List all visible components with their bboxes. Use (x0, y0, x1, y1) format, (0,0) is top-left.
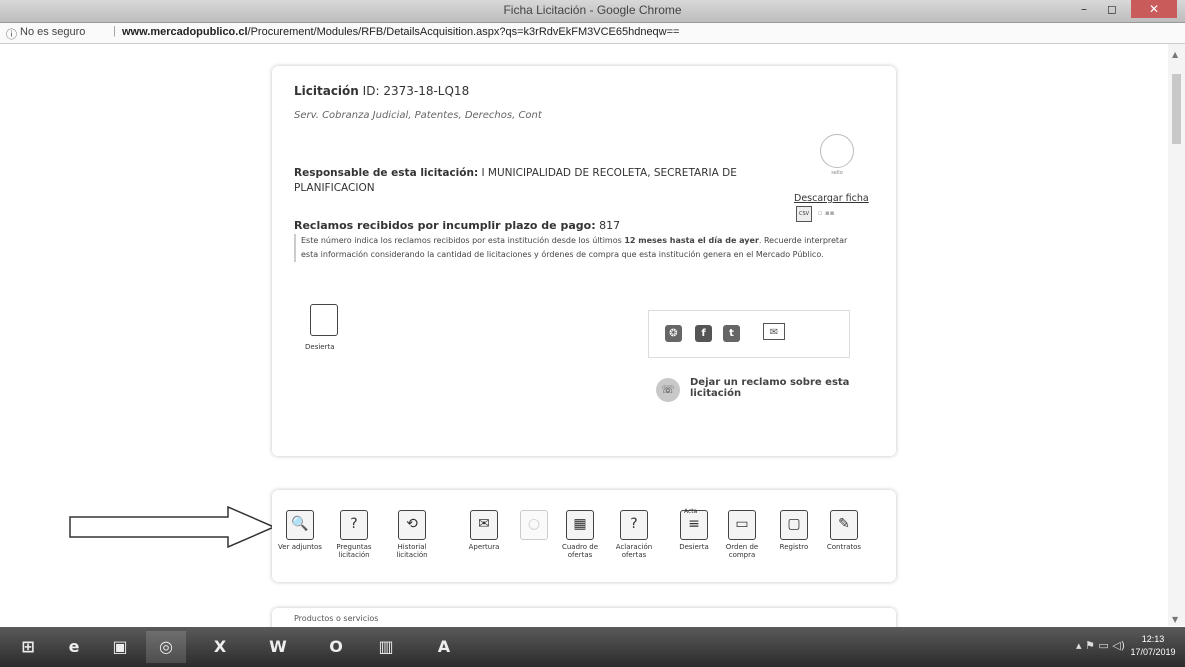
tool-label: Apertura (468, 543, 500, 551)
responsable: Responsable de esta licitación: I MUNICI… (294, 166, 754, 196)
rss-icon[interactable]: ❂ (665, 325, 682, 342)
contratos-icon: ✎ (830, 510, 858, 540)
twitter-icon[interactable]: t (723, 325, 740, 342)
scroll-down-icon[interactable]: ▼ (1172, 615, 1178, 624)
share-box: ❂ f t ✉ (648, 310, 850, 358)
outlook-icon[interactable]: O (316, 631, 356, 663)
table-icon: ▦ (566, 510, 594, 540)
question-icon: ? (340, 510, 368, 540)
tool-label: Desierta (679, 543, 709, 551)
reclamos-note: Este número indica los reclamos recibido… (294, 234, 861, 262)
other-format-icons[interactable]: ▫ ▪▪ (818, 209, 834, 217)
excel-icon[interactable]: X (200, 631, 240, 663)
licitacion-label: Licitación (294, 84, 359, 98)
tool-label: Aclaración ofertas (615, 543, 653, 559)
download-ficha-link[interactable]: Descargar ficha (794, 193, 869, 204)
download-icons: CSV ▫ ▪▪ (796, 206, 866, 224)
app-icon[interactable]: ▥ (366, 631, 406, 663)
reclamos-label: Reclamos recibidos por incumplir plazo d… (294, 219, 596, 232)
clock-time: 12:13 (1141, 634, 1165, 644)
facebook-icon[interactable]: f (695, 325, 712, 342)
licitacion-title: Licitación ID: 2373-18-LQ18 (294, 84, 469, 98)
clock-date: 17/07/2019 (1130, 647, 1176, 657)
disabled-tool-button: ○ (508, 510, 560, 543)
chrome-icon[interactable]: ◎ (146, 631, 186, 663)
history-icon: ⟲ (398, 510, 426, 540)
tool-label: Cuadro de ofertas (561, 543, 599, 559)
reclamos-note-bold: 12 meses hasta el día de ayer (624, 236, 759, 245)
ver-adjuntos-button[interactable]: 🔍 Ver adjuntos (274, 510, 326, 551)
acta-desierta-button[interactable]: ≡ Desierta (668, 510, 720, 551)
magnifier-doc-icon: 🔍 (286, 510, 314, 540)
window-title: Ficha Licitación - Google Chrome (503, 3, 682, 17)
page-scrollbar[interactable]: ▲ ▼ (1168, 44, 1185, 626)
reclamo-icon[interactable]: ☏ (656, 378, 680, 402)
clock[interactable]: 12:13 17/07/2019 (1127, 633, 1179, 659)
tool-label: Registro (779, 543, 809, 551)
aclaracion-icon: ? (620, 510, 648, 540)
seal-icon (820, 134, 854, 168)
seal-text: sello (831, 170, 843, 176)
desierta-icon (310, 304, 338, 336)
security-status[interactable]: No es seguro (20, 26, 85, 38)
licitacion-id: 2373-18-LQ18 (383, 84, 470, 98)
window-titlebar: Ficha Licitación - Google Chrome – ◻ ✕ (0, 0, 1185, 23)
responsable-label: Responsable de esta licitación: (294, 167, 479, 179)
tool-label: Historial licitación (396, 543, 428, 559)
cuadro-ofertas-button[interactable]: ▦ Cuadro de ofertas (554, 510, 606, 559)
info-icon[interactable]: ⓘ (6, 26, 17, 42)
acta-tag: Acta (684, 508, 698, 515)
registro-button[interactable]: ▢ Registro (768, 510, 820, 551)
close-button[interactable]: ✕ (1131, 0, 1177, 18)
historial-button[interactable]: ⟲ Historial licitación (386, 510, 438, 559)
contratos-button[interactable]: ✎ Contratos (818, 510, 870, 551)
start-button-icon[interactable]: ⊞ (8, 631, 48, 663)
address-bar[interactable]: ⓘ No es seguro | www.mercadopublico.cl/P… (0, 23, 1185, 44)
url-text[interactable]: www.mercadopublico.cl/Procurement/Module… (122, 26, 679, 38)
disabled-icon: ○ (520, 510, 548, 540)
orden-icon: ▭ (728, 510, 756, 540)
tool-label: Orden de compra (725, 543, 759, 559)
scroll-thumb[interactable] (1172, 74, 1181, 144)
minimize-button[interactable]: – (1071, 0, 1097, 18)
apertura-button[interactable]: ✉ Apertura (458, 510, 510, 551)
licitacion-name: Serv. Cobranza Judicial, Patentes, Derec… (294, 110, 542, 121)
url-path: /Procurement/Modules/RFB/DetailsAcquisit… (247, 26, 680, 38)
reclamos-heading: Reclamos recibidos por incumplir plazo d… (294, 219, 620, 232)
tool-label: Contratos (826, 543, 862, 551)
preguntas-button[interactable]: ? Preguntas licitación (328, 510, 380, 559)
licitacion-id-prefix: ID: (362, 84, 380, 98)
pointer-arrow-icon (69, 505, 276, 549)
action-toolbar: 🔍 Ver adjuntos ? Preguntas licitación ⟲ … (272, 490, 896, 582)
productos-title: Productos o servicios (294, 614, 379, 623)
csv-icon[interactable]: CSV (796, 206, 812, 222)
envelope-icon: ✉ (470, 510, 498, 540)
desierta-label: Desierta (305, 343, 335, 351)
maximize-button[interactable]: ◻ (1099, 0, 1125, 18)
tool-label: Ver adjuntos (278, 543, 322, 551)
registro-icon: ▢ (780, 510, 808, 540)
scroll-up-icon[interactable]: ▲ (1172, 50, 1178, 59)
reclamo-link[interactable]: Dejar un reclamo sobre esta licitación (690, 377, 850, 399)
system-tray[interactable]: ▴ ⚑ ▭ ◁) (1076, 639, 1125, 652)
windows-taskbar: ⊞ e ▣ ◎ X W O ▥ A ▴ ⚑ ▭ ◁) 12:13 17/07/2… (0, 627, 1185, 667)
orden-compra-button[interactable]: ▭ Orden de compra (716, 510, 768, 559)
tool-label: Preguntas licitación (336, 543, 372, 559)
reclamos-note-text-1: Este número indica los reclamos recibido… (301, 236, 622, 245)
reclamos-count: 817 (599, 219, 621, 232)
url-host: www.mercadopublico.cl (122, 26, 248, 38)
word-icon[interactable]: W (258, 631, 298, 663)
store-icon[interactable]: ▣ (100, 631, 140, 663)
ie-icon[interactable]: e (54, 631, 94, 663)
licitacion-card: Licitación ID: 2373-18-LQ18 Serv. Cobran… (272, 66, 896, 456)
mail-icon[interactable]: ✉ (763, 323, 785, 340)
acrobat-icon[interactable]: A (424, 631, 464, 663)
address-separator: | (113, 25, 116, 37)
aclaracion-ofertas-button[interactable]: ? Aclaración ofertas (608, 510, 660, 559)
